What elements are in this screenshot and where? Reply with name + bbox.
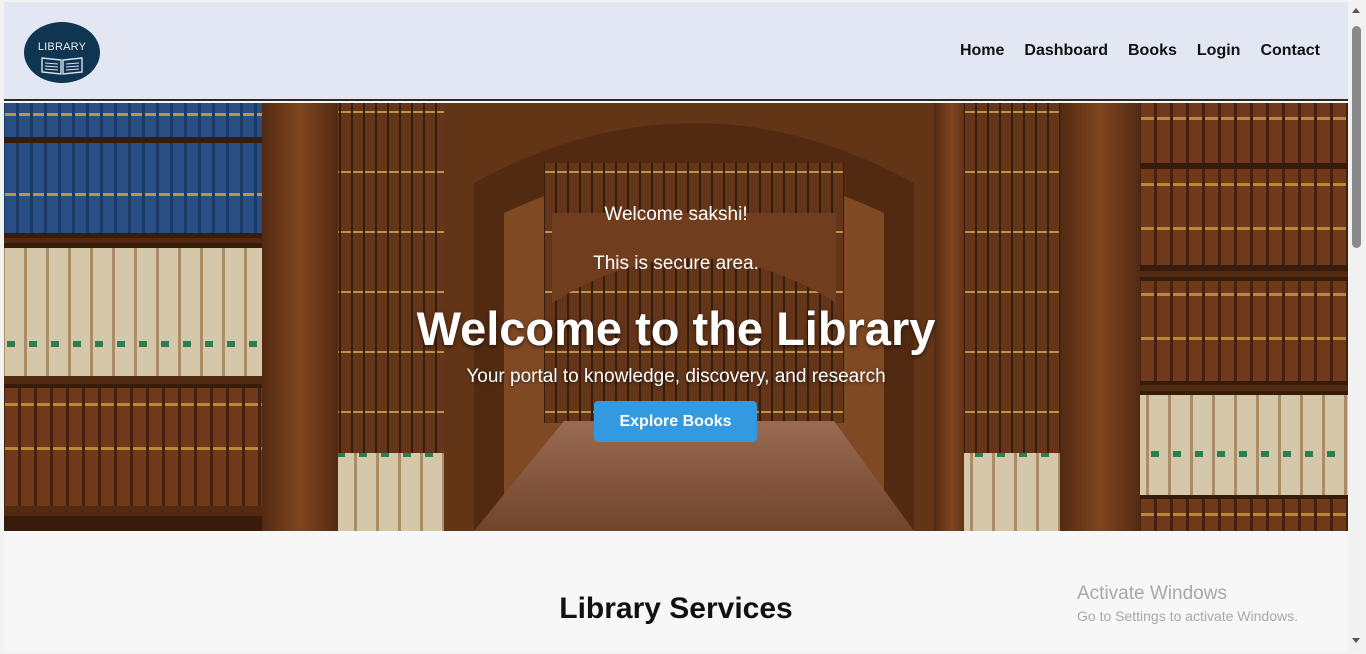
nav-home-link[interactable]: Home	[960, 42, 1004, 60]
explore-books-button[interactable]: Explore Books	[594, 401, 757, 442]
nav-links: Home Dashboard Books Login Contact	[960, 42, 1320, 60]
welcome-user-text: Welcome sakshi!	[604, 204, 748, 225]
nav-contact-link[interactable]: Contact	[1260, 42, 1320, 60]
hero-title: Welcome to the Library	[416, 302, 936, 355]
library-logo[interactable]: LIBRARY	[24, 22, 100, 83]
browser-viewport: LIBRARY Home Dashboard Books Login Conta	[0, 0, 1366, 654]
scroll-up-icon[interactable]	[1352, 8, 1360, 13]
hero-section: Welcome sakshi! This is secure area. Wel…	[4, 103, 1348, 531]
logo-text: LIBRARY	[37, 41, 87, 53]
vertical-scrollbar[interactable]	[1349, 2, 1364, 652]
page: LIBRARY Home Dashboard Books Login Conta	[4, 2, 1348, 652]
activate-windows-subtitle: Go to Settings to activate Windows.	[1077, 608, 1298, 624]
scrollbar-thumb[interactable]	[1352, 26, 1361, 248]
scroll-down-icon[interactable]	[1352, 638, 1360, 643]
navbar: LIBRARY Home Dashboard Books Login Conta	[4, 2, 1348, 101]
secure-area-text: This is secure area.	[593, 253, 759, 274]
activate-windows-title: Activate Windows	[1077, 583, 1227, 604]
nav-login-link[interactable]: Login	[1197, 42, 1241, 60]
hero-subtitle: Your portal to knowledge, discovery, and…	[466, 366, 886, 387]
nav-books-link[interactable]: Books	[1128, 42, 1177, 60]
nav-dashboard-link[interactable]: Dashboard	[1024, 42, 1108, 60]
book-icon	[41, 57, 83, 75]
